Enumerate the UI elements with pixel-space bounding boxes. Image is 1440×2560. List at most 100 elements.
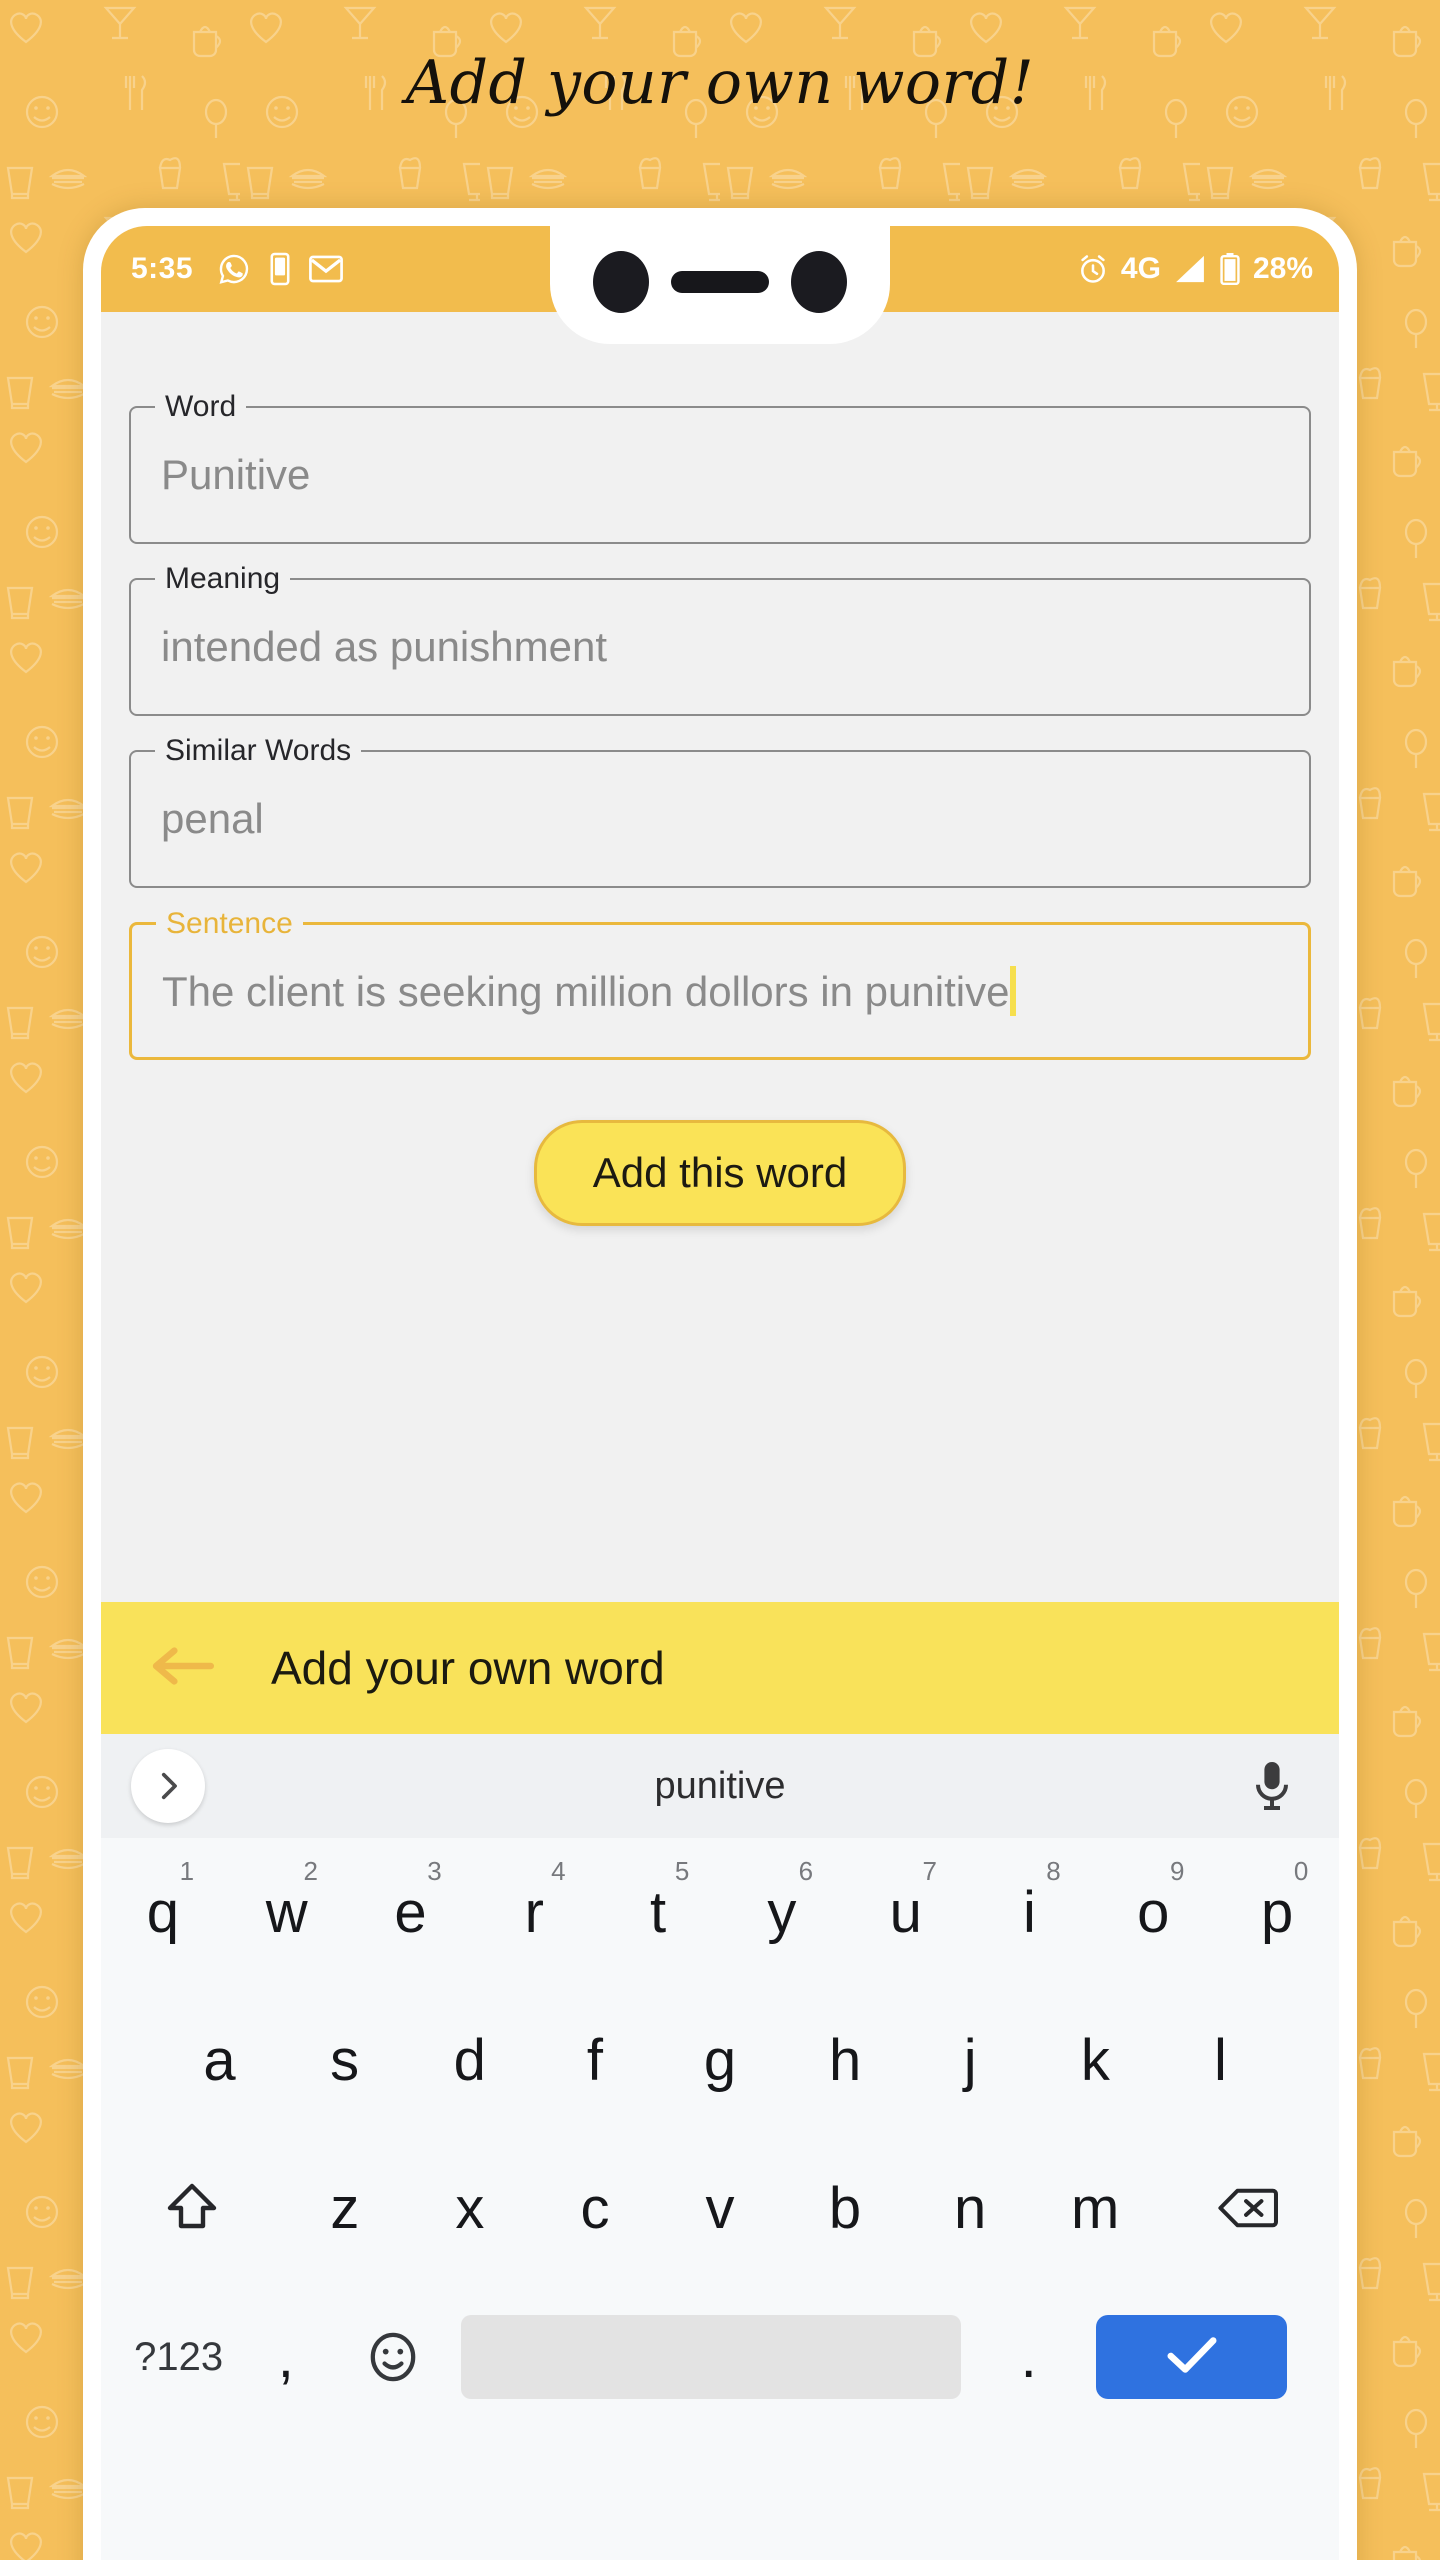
key-o-label: o [1137, 1879, 1170, 1945]
arrow-left-icon[interactable] [149, 1643, 215, 1694]
key-p[interactable]: 0p [1215, 1838, 1339, 1986]
add-this-word-button[interactable]: Add this word [533, 1120, 907, 1226]
on-screen-keyboard: punitive 1q 2w 3e 4r 5t 6y 7u 8i 9o 0p a… [101, 1734, 1339, 2560]
key-i[interactable]: 8i [968, 1838, 1092, 1986]
key-n[interactable]: n [908, 2134, 1033, 2282]
key-i-number: 8 [1046, 1856, 1061, 1886]
key-p-label: p [1260, 1879, 1294, 1945]
key-t-number: 5 [674, 1856, 690, 1886]
sentence-field-label: Sentence [156, 906, 303, 942]
key-w-number: 2 [303, 1856, 318, 1886]
key-h[interactable]: h [783, 1986, 908, 2134]
page-headline: Add your own word! [405, 48, 1035, 118]
earpiece-speaker [671, 271, 769, 293]
battery-percent-label: 28% [1252, 252, 1313, 285]
key-s[interactable]: s [282, 1986, 407, 2134]
symbols-key[interactable]: ?123 [125, 2282, 232, 2432]
key-e-label: e [394, 1879, 427, 1945]
word-field-label: Word [155, 389, 247, 425]
status-bar-left: 5:35 [131, 252, 343, 286]
key-y[interactable]: 6y [720, 1838, 844, 1986]
key-j[interactable]: j [908, 1986, 1033, 2134]
similar-words-field-label: Similar Words [155, 733, 362, 769]
camera-notch [550, 226, 890, 344]
enter-key[interactable] [1096, 2315, 1287, 2399]
app-bar: Add your own word [101, 1602, 1339, 1734]
camera-lens-right [791, 251, 847, 313]
status-bar: 5:35 4G 28% [101, 226, 1339, 344]
suggestion-bar: punitive [101, 1734, 1339, 1838]
app-bar-title: Add your own word [271, 1642, 665, 1694]
similar-words-field-value: penal [161, 795, 264, 842]
meaning-field-value: intended as punishment [161, 623, 607, 670]
keyboard-row-2: a s d f g h j k l [101, 1986, 1339, 2134]
battery-icon [1219, 253, 1241, 285]
key-w[interactable]: 2w [225, 1838, 349, 1986]
key-comma[interactable]: , [232, 2282, 339, 2432]
key-p-number: 0 [1293, 1856, 1309, 1886]
key-q-number: 1 [179, 1856, 195, 1886]
keyboard-row-1: 1q 2w 3e 4r 5t 6y 7u 8i 9o 0p [101, 1838, 1339, 1986]
key-u[interactable]: 7u [844, 1838, 968, 1986]
word-field-value: Punitive [161, 451, 311, 498]
meaning-field[interactable]: Meaning intended as punishment [129, 561, 1311, 716]
chevron-right-icon[interactable] [131, 1749, 205, 1823]
sentence-text-before: The client is seeking million [162, 968, 685, 1015]
sentence-text-middle: in [808, 968, 865, 1015]
key-z[interactable]: z [282, 2134, 407, 2282]
keyboard-row-4: ?123 , . [101, 2282, 1339, 2432]
key-r[interactable]: 4r [472, 1838, 596, 1986]
key-q-label: q [146, 1879, 180, 1945]
key-w-label: w [265, 1879, 308, 1945]
key-d[interactable]: d [407, 1986, 532, 2134]
key-o[interactable]: 9o [1091, 1838, 1215, 1986]
key-i-label: i [1023, 1879, 1036, 1945]
whatsapp-icon [217, 252, 251, 286]
similar-words-field[interactable]: Similar Words penal [129, 733, 1311, 888]
sentence-field-value: The client is seeking million dollors in… [162, 966, 1017, 1016]
key-a[interactable]: a [157, 1986, 282, 2134]
key-u-label: u [889, 1879, 922, 1945]
submit-button-container: Add this word [129, 1120, 1311, 1226]
key-u-number: 7 [922, 1856, 937, 1886]
phone-screen: 5:35 4G 28% Word Punitive Meaning intend… [101, 226, 1339, 2560]
key-m[interactable]: m [1033, 2134, 1158, 2282]
sentence-composing-word: punitive [864, 968, 1010, 1016]
microphone-icon[interactable] [1251, 1760, 1293, 1812]
key-x[interactable]: x [407, 2134, 532, 2282]
keyboard-row-3: z x c v b n m [101, 2134, 1339, 2282]
key-f[interactable]: f [532, 1986, 657, 2134]
key-v[interactable]: v [657, 2134, 782, 2282]
key-e-number: 3 [427, 1856, 442, 1886]
key-o-number: 9 [1170, 1856, 1185, 1886]
add-word-form: Word Punitive Meaning intended as punish… [101, 312, 1339, 1602]
key-r-number: 4 [551, 1856, 566, 1886]
key-q[interactable]: 1q [101, 1838, 225, 1986]
word-field[interactable]: Word Punitive [129, 389, 1311, 544]
glass-icon [267, 252, 293, 286]
key-b[interactable]: b [783, 2134, 908, 2282]
key-period[interactable]: . [975, 2282, 1082, 2432]
key-k[interactable]: k [1033, 1986, 1158, 2134]
key-t[interactable]: 5t [596, 1838, 720, 1986]
spacebar-key[interactable] [460, 2315, 962, 2399]
backspace-icon[interactable] [1158, 2134, 1339, 2282]
status-clock: 5:35 [131, 252, 194, 285]
status-bar-right: 4G 28% [1077, 252, 1313, 286]
key-l[interactable]: l [1158, 1986, 1283, 2134]
shift-up-icon[interactable] [101, 2134, 282, 2282]
checkmark-icon [1165, 2333, 1219, 2382]
key-y-label: y [767, 1879, 797, 1945]
sentence-field[interactable]: Sentence The client is seeking million d… [129, 906, 1311, 1060]
sentence-misspelled-word: dollors [684, 968, 809, 1016]
key-r-label: r [524, 1879, 544, 1945]
key-g[interactable]: g [657, 1986, 782, 2134]
emoji-smiley-icon[interactable] [339, 2282, 446, 2432]
suggestion-word[interactable]: punitive [655, 1765, 786, 1808]
phone-frame: 5:35 4G 28% Word Punitive Meaning intend… [83, 208, 1357, 2560]
camera-lens-left [593, 251, 649, 313]
key-e[interactable]: 3e [349, 1838, 473, 1986]
gmail-icon [309, 254, 343, 284]
key-c[interactable]: c [532, 2134, 657, 2282]
alarm-clock-icon [1077, 253, 1109, 285]
